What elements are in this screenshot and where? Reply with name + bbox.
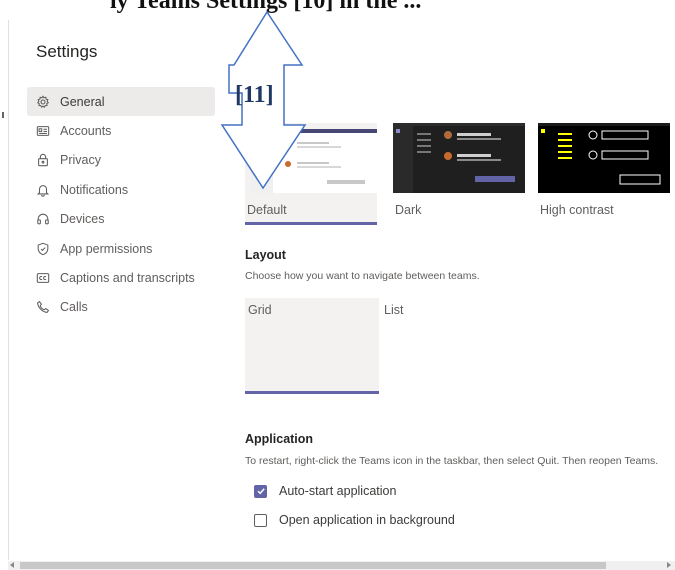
top-caption-strip: ly Teams Settings [10] in the ... — [0, 0, 675, 20]
theme-label-high-contrast: High contrast — [540, 203, 614, 217]
application-section-description: To restart, right-click the Teams icon i… — [245, 455, 659, 467]
layout-section-title: Layout — [245, 248, 286, 262]
scrollbar-thumb[interactable] — [20, 562, 606, 569]
bell-icon — [35, 182, 51, 198]
cc-icon — [35, 270, 51, 286]
callout-label: [11] — [235, 82, 274, 108]
edge-marker — [2, 112, 4, 118]
layout-label-list: List — [384, 303, 404, 317]
sidebar-item-label: Privacy — [60, 153, 101, 168]
page-title: Settings — [36, 42, 98, 61]
sidebar-item-accounts[interactable]: Accounts — [27, 116, 215, 145]
gear-icon — [35, 94, 51, 110]
theme-preview-dark — [393, 123, 525, 193]
headset-icon — [35, 211, 51, 227]
shield-icon — [35, 241, 51, 257]
theme-preview-high-contrast — [538, 123, 670, 193]
open-in-background-label: Open application in background — [279, 513, 455, 527]
layout-label-grid: Grid — [248, 303, 272, 317]
id-card-icon — [35, 123, 51, 139]
sidebar-item-label: Captions and transcripts — [60, 271, 195, 286]
auto-start-label: Auto-start application — [279, 484, 397, 498]
lock-icon — [35, 152, 51, 168]
auto-start-checkbox[interactable] — [254, 484, 267, 498]
sidebar-item-label: App permissions — [60, 241, 153, 256]
sidebar-item-label: Accounts — [60, 124, 112, 139]
top-caption: ly Teams Settings [10] in the ... — [110, 0, 422, 14]
settings-sidebar: General Accounts Privacy Notifications D… — [27, 87, 215, 322]
auto-start-checkbox-row[interactable]: Auto-start application — [254, 484, 396, 498]
open-in-background-checkbox-row[interactable]: Open application in background — [254, 513, 455, 527]
scroll-left-arrow-icon[interactable] — [10, 562, 14, 568]
layout-option-list[interactable]: List — [381, 298, 515, 394]
theme-label-dark: Dark — [395, 203, 422, 217]
sidebar-item-app-permissions[interactable]: App permissions — [27, 234, 215, 263]
sidebar-item-notifications[interactable]: Notifications — [27, 175, 215, 204]
theme-option-high-contrast[interactable]: High contrast — [538, 123, 670, 225]
sidebar-item-label: General — [60, 94, 105, 109]
sidebar-item-calls[interactable]: Calls — [27, 293, 215, 322]
checkmark-icon — [256, 488, 265, 495]
sidebar-item-label: Notifications — [60, 182, 129, 197]
theme-selected-indicator — [245, 222, 377, 225]
layout-selected-indicator — [245, 391, 379, 394]
sidebar-item-label: Devices — [60, 212, 105, 227]
sidebar-item-captions[interactable]: Captions and transcripts — [27, 263, 215, 292]
phone-icon — [35, 299, 51, 315]
sidebar-item-privacy[interactable]: Privacy — [27, 146, 215, 175]
theme-option-dark[interactable]: Dark — [393, 123, 525, 225]
layout-option-grid[interactable]: Grid — [245, 298, 379, 394]
open-in-background-checkbox[interactable] — [254, 513, 267, 527]
layout-section-description: Choose how you want to navigate between … — [245, 270, 480, 282]
scroll-right-arrow-icon[interactable] — [667, 562, 671, 568]
window-edge — [8, 20, 9, 560]
horizontal-scrollbar[interactable] — [8, 561, 675, 570]
application-section-title: Application — [245, 432, 314, 446]
sidebar-item-general[interactable]: General — [27, 87, 215, 117]
sidebar-item-label: Calls — [60, 300, 88, 315]
sidebar-item-devices[interactable]: Devices — [27, 205, 215, 234]
theme-label-default: Default — [247, 203, 287, 217]
